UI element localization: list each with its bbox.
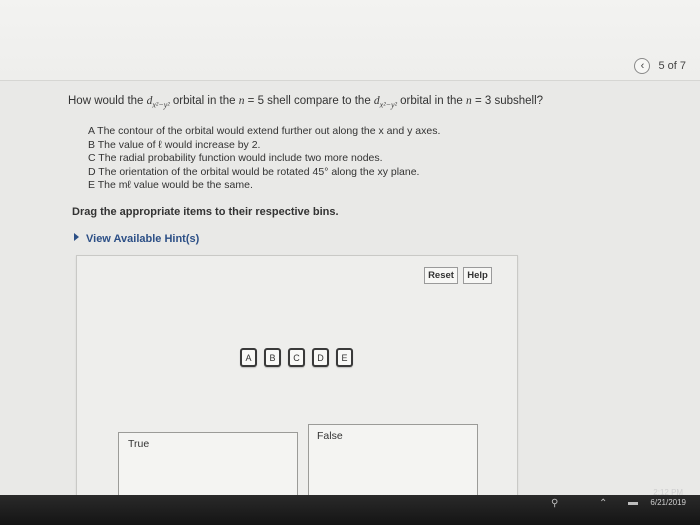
chevron-left-icon[interactable]: ‹ xyxy=(634,58,651,74)
orbital-symbol-1: dx²−y² xyxy=(147,95,170,110)
view-hints-link[interactable]: View Available Hint(s) xyxy=(74,233,199,245)
question-part-3: = 5 shell compare to the xyxy=(244,95,374,107)
people-icon[interactable]: ⚲ xyxy=(551,498,558,509)
tile-d[interactable]: D xyxy=(312,348,329,367)
question-part-1: How would the xyxy=(68,95,147,107)
false-bin-label: False xyxy=(317,430,343,442)
tile-c[interactable]: C xyxy=(288,348,305,367)
header-band xyxy=(0,0,700,80)
taskbar-clock[interactable]: 2:12 PM 6/21/2019 xyxy=(650,488,686,508)
question-text: How would the dx²−y² orbital in the n = … xyxy=(68,95,543,109)
true-bin-label: True xyxy=(128,438,150,450)
tile-b[interactable]: B xyxy=(264,348,281,367)
orbital-symbol-2: dx²−y² xyxy=(374,95,397,110)
option-d: D The orientation of the orbital would b… xyxy=(88,165,420,178)
option-a: A The contour of the orbital would exten… xyxy=(88,125,441,137)
question-part-5: = 3 subshell? xyxy=(471,95,544,107)
question-part-2: orbital in the xyxy=(169,95,239,107)
network-icon[interactable]: ▬ xyxy=(628,497,638,508)
tile-a[interactable]: A xyxy=(240,348,257,367)
prev-glyph: ‹ xyxy=(640,60,645,72)
help-button[interactable]: Help xyxy=(463,267,492,284)
tile-e[interactable]: E xyxy=(336,348,353,367)
option-e: E The mℓ value would be the same. xyxy=(88,179,253,191)
hint-label: View Available Hint(s) xyxy=(86,233,200,245)
instruction-text: Drag the appropriate items to their resp… xyxy=(72,206,339,218)
clock-time: 2:12 PM xyxy=(653,488,684,497)
pager-label: 5 of 7 xyxy=(658,60,686,72)
question-part-4: orbital in the xyxy=(396,95,467,107)
orbital-symbol-2-sub: x²−y² xyxy=(379,100,397,110)
pager: ‹ 5 of 7 xyxy=(634,58,686,74)
header-divider xyxy=(0,80,700,81)
tile-row: A B C D E xyxy=(240,348,353,367)
options-list: A The contour of the orbital would exten… xyxy=(88,125,440,193)
reset-button[interactable]: Reset xyxy=(424,267,458,284)
option-c: C The radial probability function would … xyxy=(88,152,383,164)
chevron-up-icon[interactable]: ⌃ xyxy=(599,498,607,509)
clock-date: 6/21/2019 xyxy=(650,498,686,507)
orbital-symbol-1-sub: x²−y² xyxy=(152,100,170,110)
option-b: B The value of ℓ would increase by 2. xyxy=(88,138,261,151)
triangle-right-icon xyxy=(74,233,79,241)
taskbar xyxy=(0,495,700,525)
